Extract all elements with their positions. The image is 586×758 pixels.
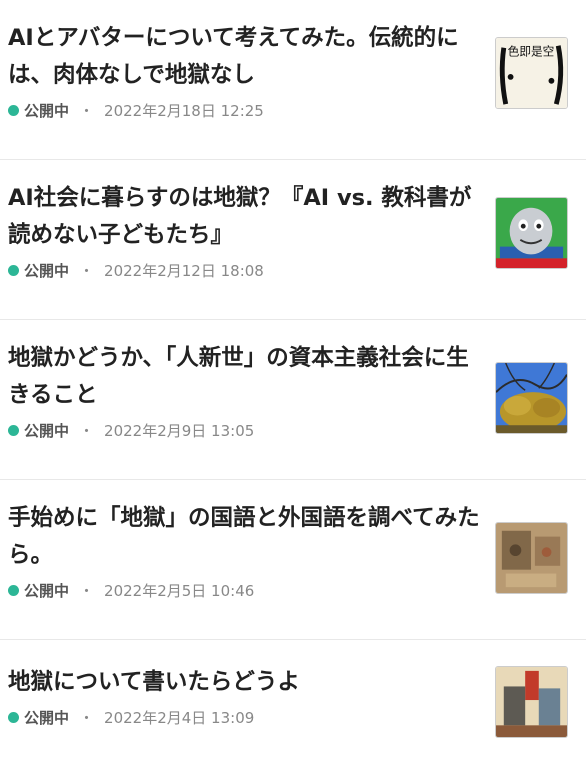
article-meta: 公開中 ・ 2022年2月4日 13:09 bbox=[8, 707, 486, 728]
publish-date: 2022年2月4日 13:09 bbox=[104, 709, 255, 727]
published-dot-icon bbox=[8, 265, 19, 276]
calligraphy-thumbnail[interactable]: 色即是空 bbox=[495, 37, 568, 109]
article-meta: 公開中 ・ 2022年2月9日 13:05 bbox=[8, 420, 486, 441]
old-painting-image bbox=[496, 523, 567, 593]
publish-date: 2022年2月18日 12:25 bbox=[104, 102, 264, 120]
published-dot-icon bbox=[8, 712, 19, 723]
train-face-image bbox=[496, 198, 567, 268]
article-item[interactable]: 地獄かどうか、「人新世」の資本主義社会に生きること 公開中 ・ 2022年2月9… bbox=[0, 320, 586, 480]
ukiyoe-thumbnail[interactable] bbox=[495, 666, 568, 738]
publish-date: 2022年2月5日 10:46 bbox=[104, 582, 255, 600]
article-title[interactable]: 地獄について書いたらどうよ bbox=[8, 640, 486, 701]
published-dot-icon bbox=[8, 425, 19, 436]
calligraphy-char-1: 色即是空 bbox=[508, 45, 555, 59]
publish-date: 2022年2月9日 13:05 bbox=[104, 422, 255, 440]
publish-date: 2022年2月12日 18:08 bbox=[104, 262, 264, 280]
meta-separator: ・ bbox=[79, 582, 95, 600]
article-title[interactable]: 地獄かどうか、「人新世」の資本主義社会に生きること bbox=[8, 320, 486, 414]
article-meta: 公開中 ・ 2022年2月12日 18:08 bbox=[8, 260, 486, 281]
article-title[interactable]: 手始めに「地獄」の国語と外国語を調べてみたら。 bbox=[8, 480, 486, 574]
status-label: 公開中 bbox=[24, 582, 70, 600]
article-item[interactable]: 地獄について書いたらどうよ 公開中 ・ 2022年2月4日 13:09 bbox=[0, 640, 586, 758]
old-painting-thumbnail[interactable] bbox=[495, 522, 568, 594]
article-title[interactable]: AI社会に暮らすのは地獄？『AI vs. 教科書が読めない子どもたち』 bbox=[8, 160, 486, 254]
status-label: 公開中 bbox=[24, 262, 70, 280]
article-item[interactable]: 手始めに「地獄」の国語と外国語を調べてみたら。 公開中 ・ 2022年2月5日 … bbox=[0, 480, 586, 640]
published-dot-icon bbox=[8, 105, 19, 116]
status-label: 公開中 bbox=[24, 709, 70, 727]
tree-sky-thumbnail[interactable] bbox=[495, 362, 568, 434]
meta-separator: ・ bbox=[79, 102, 95, 120]
tree-sky-image bbox=[496, 363, 567, 433]
meta-separator: ・ bbox=[79, 262, 95, 280]
article-list: AIとアバターについて考えてみた。伝統的には、肉体なしで地獄なし 公開中 ・ 2… bbox=[0, 0, 586, 758]
article-meta: 公開中 ・ 2022年2月5日 10:46 bbox=[8, 580, 486, 601]
article-title[interactable]: AIとアバターについて考えてみた。伝統的には、肉体なしで地獄なし bbox=[8, 0, 486, 94]
train-face-thumbnail[interactable] bbox=[495, 197, 568, 269]
article-meta: 公開中 ・ 2022年2月18日 12:25 bbox=[8, 100, 486, 121]
meta-separator: ・ bbox=[79, 422, 95, 440]
status-label: 公開中 bbox=[24, 422, 70, 440]
article-item[interactable]: AI社会に暮らすのは地獄？『AI vs. 教科書が読めない子どもたち』 公開中 … bbox=[0, 160, 586, 320]
meta-separator: ・ bbox=[79, 709, 95, 727]
article-item[interactable]: AIとアバターについて考えてみた。伝統的には、肉体なしで地獄なし 公開中 ・ 2… bbox=[0, 0, 586, 160]
ukiyoe-image bbox=[496, 667, 567, 737]
calligraphy-image: 色即是空 bbox=[496, 38, 567, 108]
status-label: 公開中 bbox=[24, 102, 70, 120]
published-dot-icon bbox=[8, 585, 19, 596]
